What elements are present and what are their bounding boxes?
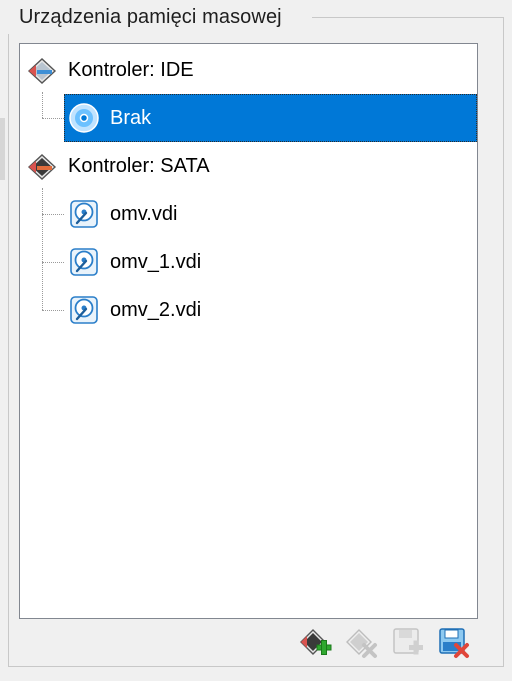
tree-item-ide-controller[interactable]: Kontroler: IDE	[26, 46, 326, 94]
group-box-title: Urządzenia pamięci masowej	[19, 6, 282, 28]
group-box-left-border	[8, 34, 9, 667]
tree-item-omv-vdi[interactable]: omv.vdi	[64, 190, 364, 238]
hard-disk-icon	[68, 246, 100, 278]
group-box-right-border	[503, 17, 504, 667]
storage-tree[interactable]: Kontroler: IDE Brak Kontroler: SATA omv.…	[19, 43, 478, 619]
remove-controller-button[interactable]	[436, 627, 472, 663]
tree-item-label: omv_2.vdi	[110, 298, 202, 321]
tree-connector	[42, 188, 43, 310]
tree-connector	[42, 92, 43, 118]
add-controller-icon	[299, 626, 333, 665]
hard-disk-icon	[68, 198, 100, 230]
group-box-bottom-border	[8, 666, 504, 667]
remove-controller-icon	[437, 626, 471, 665]
tree-connector	[42, 118, 64, 119]
tree-item-label: omv.vdi	[110, 202, 178, 225]
storage-devices-panel: Urządzenia pamięci masowej Kontroler: ID…	[0, 0, 512, 681]
sata-controller-icon	[26, 150, 58, 182]
add-attachment-button[interactable]	[344, 627, 380, 663]
ide-controller-icon	[26, 54, 58, 86]
tree-item-omv-1-vdi[interactable]: omv_1.vdi	[64, 238, 364, 286]
tree-item-label: Kontroler: IDE	[68, 58, 194, 81]
remove-attachment-button[interactable]	[390, 627, 426, 663]
add-attachment-icon	[345, 626, 379, 665]
add-controller-button[interactable]	[298, 627, 334, 663]
optical-disc-icon	[68, 102, 100, 134]
group-box-top-border	[312, 17, 504, 18]
tree-connector	[42, 214, 64, 215]
hard-disk-icon	[68, 294, 100, 326]
tree-item-brak[interactable]: Brak	[64, 94, 477, 142]
tree-item-omv-2-vdi[interactable]: omv_2.vdi	[64, 286, 364, 334]
tree-connector	[42, 262, 64, 263]
tree-item-label: omv_1.vdi	[110, 250, 202, 273]
tree-item-label: Kontroler: SATA	[68, 154, 210, 177]
tree-item-sata-controller[interactable]: Kontroler: SATA	[26, 142, 326, 190]
splitter-handle[interactable]	[0, 118, 5, 180]
tree-item-label: Brak	[110, 106, 152, 129]
remove-attachment-icon	[391, 626, 425, 665]
tree-connector	[42, 310, 64, 311]
